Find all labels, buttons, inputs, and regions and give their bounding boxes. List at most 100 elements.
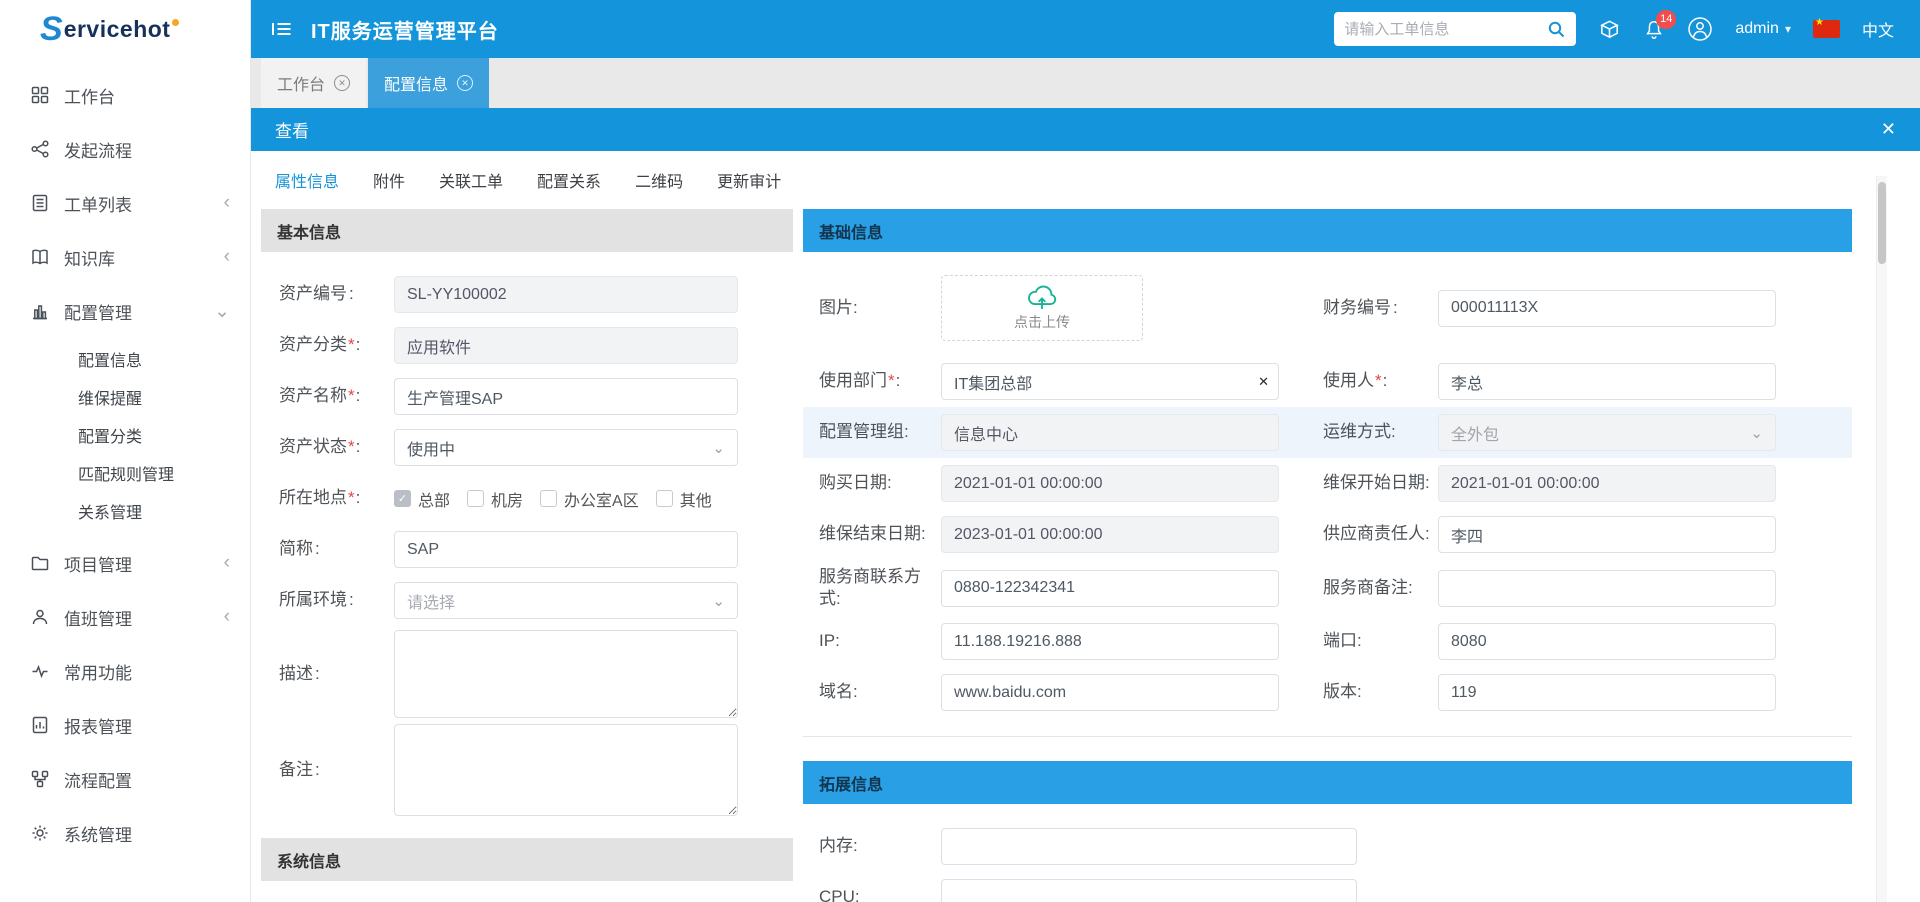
- field-label: 资产编号:: [279, 283, 394, 305]
- select-value: 全外包: [1451, 421, 1499, 445]
- tab-attachments[interactable]: 附件: [373, 168, 405, 192]
- remark-textarea[interactable]: [394, 724, 738, 816]
- image-upload-button[interactable]: 点击上传: [941, 275, 1143, 341]
- chevron-down-icon: ⌄: [712, 592, 725, 610]
- close-icon[interactable]: ✕: [334, 75, 350, 91]
- version-input[interactable]: [1438, 674, 1776, 711]
- notification-badge: 14: [1656, 10, 1676, 29]
- select-value: 使用中: [407, 436, 455, 460]
- service-remark-input[interactable]: [1438, 570, 1776, 607]
- sidebar-item-common-functions[interactable]: 常用功能: [0, 644, 250, 698]
- logo-dot-icon: [172, 19, 179, 26]
- form-row: 配置管理组: 运维方式: 全外包 ⌄: [803, 407, 1852, 458]
- finance-no-input[interactable]: [1438, 290, 1776, 327]
- chevron-left-icon: ‹: [224, 552, 230, 574]
- field-label: 域名:: [819, 681, 941, 703]
- pulse-icon: [30, 661, 50, 681]
- form-row: 内存:: [803, 821, 1852, 872]
- asset-no-input[interactable]: [394, 276, 738, 313]
- vertical-scrollbar[interactable]: [1876, 176, 1887, 902]
- tab-workbench[interactable]: 工作台 ✕: [261, 58, 366, 108]
- tab-attribute-info[interactable]: 属性信息: [275, 168, 339, 192]
- logo-s: S: [40, 10, 63, 49]
- search-input[interactable]: [1344, 21, 1546, 38]
- topbar: IT服务运营管理平台 14: [251, 0, 1920, 58]
- sidebar-item-system-mgmt[interactable]: 系统管理: [0, 806, 250, 860]
- upload-text: 点击上传: [1014, 312, 1070, 332]
- chevron-left-icon: ‹: [224, 606, 230, 628]
- field-label: 端口:: [1323, 630, 1438, 652]
- field-label: 备注:: [279, 759, 394, 781]
- use-dept-field: ✕: [941, 363, 1279, 400]
- sidebar-item-knowledge[interactable]: 知识库 ‹: [0, 230, 250, 284]
- tab-config-relations[interactable]: 配置关系: [537, 168, 601, 192]
- sidebar-item-match-rules[interactable]: 匹配规则管理: [0, 454, 250, 492]
- close-icon[interactable]: ✕: [457, 75, 473, 91]
- sidebar-item-report-mgmt[interactable]: 报表管理: [0, 698, 250, 752]
- maint-start-input[interactable]: [1438, 465, 1776, 502]
- port-input[interactable]: [1438, 623, 1776, 660]
- system-info-header: 系统信息: [261, 838, 793, 881]
- checkbox-checked-icon: ✓: [394, 490, 411, 507]
- use-user-input[interactable]: [1438, 363, 1776, 400]
- sidebar-item-project-mgmt[interactable]: 项目管理 ‹: [0, 536, 250, 590]
- field-label: 使用人*:: [1323, 370, 1438, 392]
- use-dept-input[interactable]: [941, 363, 1279, 400]
- config-group-input[interactable]: [941, 414, 1279, 451]
- ip-input[interactable]: [941, 623, 1279, 660]
- checkbox-office-a[interactable]: 办公室A区: [540, 487, 639, 511]
- field-label: CPU:: [819, 886, 941, 902]
- environment-select[interactable]: 请选择 ⌄: [394, 582, 738, 619]
- field-label: 资产分类*:: [279, 334, 394, 356]
- language-toggle[interactable]: 中文: [1862, 17, 1894, 41]
- avatar-icon[interactable]: [1687, 16, 1713, 42]
- checkbox-machine-room[interactable]: 机房: [467, 487, 523, 511]
- tab-config-info[interactable]: 配置信息 ✕: [368, 58, 489, 108]
- maint-end-input[interactable]: [941, 516, 1279, 553]
- sidebar-item-process-config[interactable]: 流程配置: [0, 752, 250, 806]
- scrollbar-thumb[interactable]: [1878, 182, 1886, 264]
- supplier-input[interactable]: [1438, 516, 1776, 553]
- ops-mode-select[interactable]: 全外包 ⌄: [1438, 414, 1776, 451]
- short-name-input[interactable]: [394, 531, 738, 568]
- search-icon[interactable]: [1546, 19, 1566, 39]
- view-bar-title: 查看: [275, 117, 309, 142]
- checkbox-headquarters[interactable]: ✓总部: [394, 487, 450, 511]
- process-icon: [30, 769, 50, 789]
- user-menu[interactable]: admin ▾: [1735, 20, 1791, 38]
- sidebar-item-config-category[interactable]: 配置分类: [0, 416, 250, 454]
- apps-cube-icon[interactable]: [1598, 18, 1621, 41]
- logo: Servicehot: [0, 0, 250, 58]
- description-textarea[interactable]: [394, 630, 738, 718]
- sidebar: Servicehot 工作台 发起流程 工单列表 ‹ 知识库 ‹: [0, 0, 251, 902]
- clear-icon[interactable]: ✕: [1258, 374, 1269, 390]
- sidebar-item-workbench[interactable]: 工作台: [0, 68, 250, 122]
- domain-input[interactable]: [941, 674, 1279, 711]
- memory-input[interactable]: [941, 828, 1357, 865]
- asset-class-input[interactable]: [394, 327, 738, 364]
- notifications-bell-icon[interactable]: 14: [1643, 18, 1665, 41]
- sidebar-item-initiate-flow[interactable]: 发起流程: [0, 122, 250, 176]
- sidebar-item-config-mgmt[interactable]: 配置管理 ⌄: [0, 284, 250, 338]
- sidebar-item-relation-mgmt[interactable]: 关系管理: [0, 492, 250, 530]
- project-icon: [30, 553, 50, 573]
- tab-update-audit[interactable]: 更新审计: [717, 168, 781, 192]
- sidebar-item-maintenance-reminder[interactable]: 维保提醒: [0, 378, 250, 416]
- asset-name-input[interactable]: [394, 378, 738, 415]
- menu-toggle-icon[interactable]: [271, 19, 293, 39]
- checkbox-other[interactable]: 其他: [656, 487, 712, 511]
- form-row: 所属环境: 请选择 ⌄: [279, 575, 793, 626]
- sidebar-item-config-info[interactable]: 配置信息: [0, 340, 250, 378]
- close-icon[interactable]: ✕: [1881, 119, 1896, 140]
- cpu-input[interactable]: [941, 879, 1357, 902]
- tab-qrcode[interactable]: 二维码: [635, 168, 683, 192]
- tab-related-tickets[interactable]: 关联工单: [439, 168, 503, 192]
- app-root: Servicehot 工作台 发起流程 工单列表 ‹ 知识库 ‹: [0, 0, 1920, 902]
- service-contact-input[interactable]: [941, 570, 1279, 607]
- buy-date-input[interactable]: [941, 465, 1279, 502]
- field-label: 资产名称*:: [279, 385, 394, 407]
- sidebar-item-worklist[interactable]: 工单列表 ‹: [0, 176, 250, 230]
- sidebar-item-duty-mgmt[interactable]: 值班管理 ‹: [0, 590, 250, 644]
- sub-item-label: 配置分类: [78, 423, 142, 447]
- asset-status-select[interactable]: 使用中 ⌄: [394, 429, 738, 466]
